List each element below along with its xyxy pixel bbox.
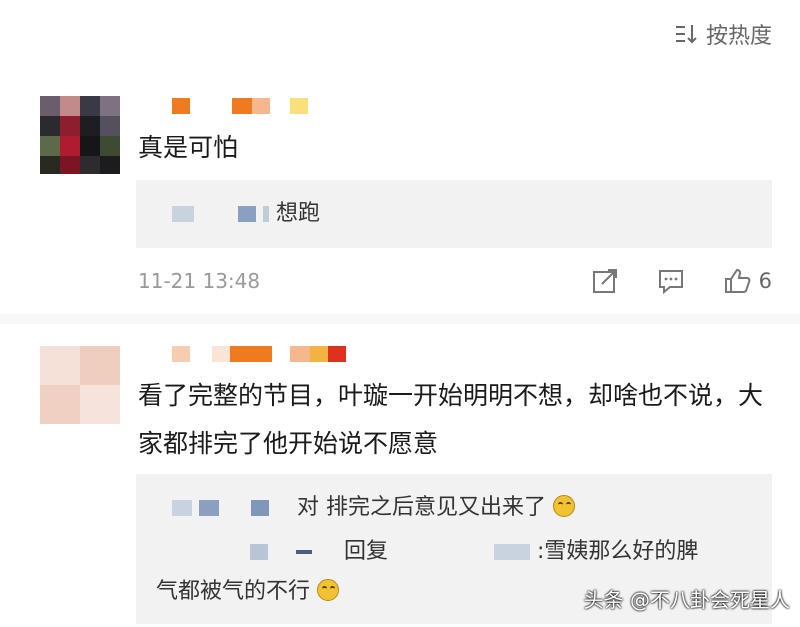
reply-prefix: 回复 (344, 539, 389, 564)
reply-username-blurred[interactable] (172, 206, 194, 222)
reply-username-blurred[interactable] (250, 544, 268, 560)
comment-icon[interactable] (657, 267, 685, 295)
comment-text: 真是可怕 (138, 133, 239, 162)
watermark: 头条 @不八卦会死星人 (583, 588, 790, 612)
comment-meta: 11-21 13:48 6 (138, 265, 772, 297)
reply-username-blurred[interactable] (172, 500, 192, 516)
avatar[interactable] (40, 96, 120, 174)
share-icon[interactable] (591, 267, 619, 295)
avatar[interactable] (40, 346, 120, 424)
username-blurred[interactable] (140, 346, 360, 364)
sort-by-hot-button[interactable]: 按热度 (674, 18, 772, 50)
like-count: 6 (758, 269, 772, 293)
divider (0, 314, 800, 324)
username-blurred[interactable] (140, 98, 320, 116)
reply-text: :雪姨那么好的脾 (537, 539, 699, 564)
reply-box[interactable]: 想跑 (136, 180, 772, 248)
crying-laughing-emoji-icon (317, 579, 340, 601)
thumbs-up-icon (724, 268, 751, 293)
crying-laughing-emoji-icon (553, 495, 575, 517)
sort-icon (675, 25, 697, 44)
sort-label: 按热度 (705, 24, 772, 49)
comment-time: 11-21 13:48 (138, 269, 261, 293)
reply-text: 想跑 (276, 201, 321, 226)
like-button[interactable]: 6 (723, 267, 772, 295)
reply-text-continued: 气都被气的不行 (156, 579, 311, 604)
reply-text: 对 排完之后意见又出来了 (297, 495, 546, 520)
comment-text: 看了完整的节目，叶璇一开始明明不想，却啥也不说，大家都排完了他开始说不愿意 (138, 381, 764, 458)
